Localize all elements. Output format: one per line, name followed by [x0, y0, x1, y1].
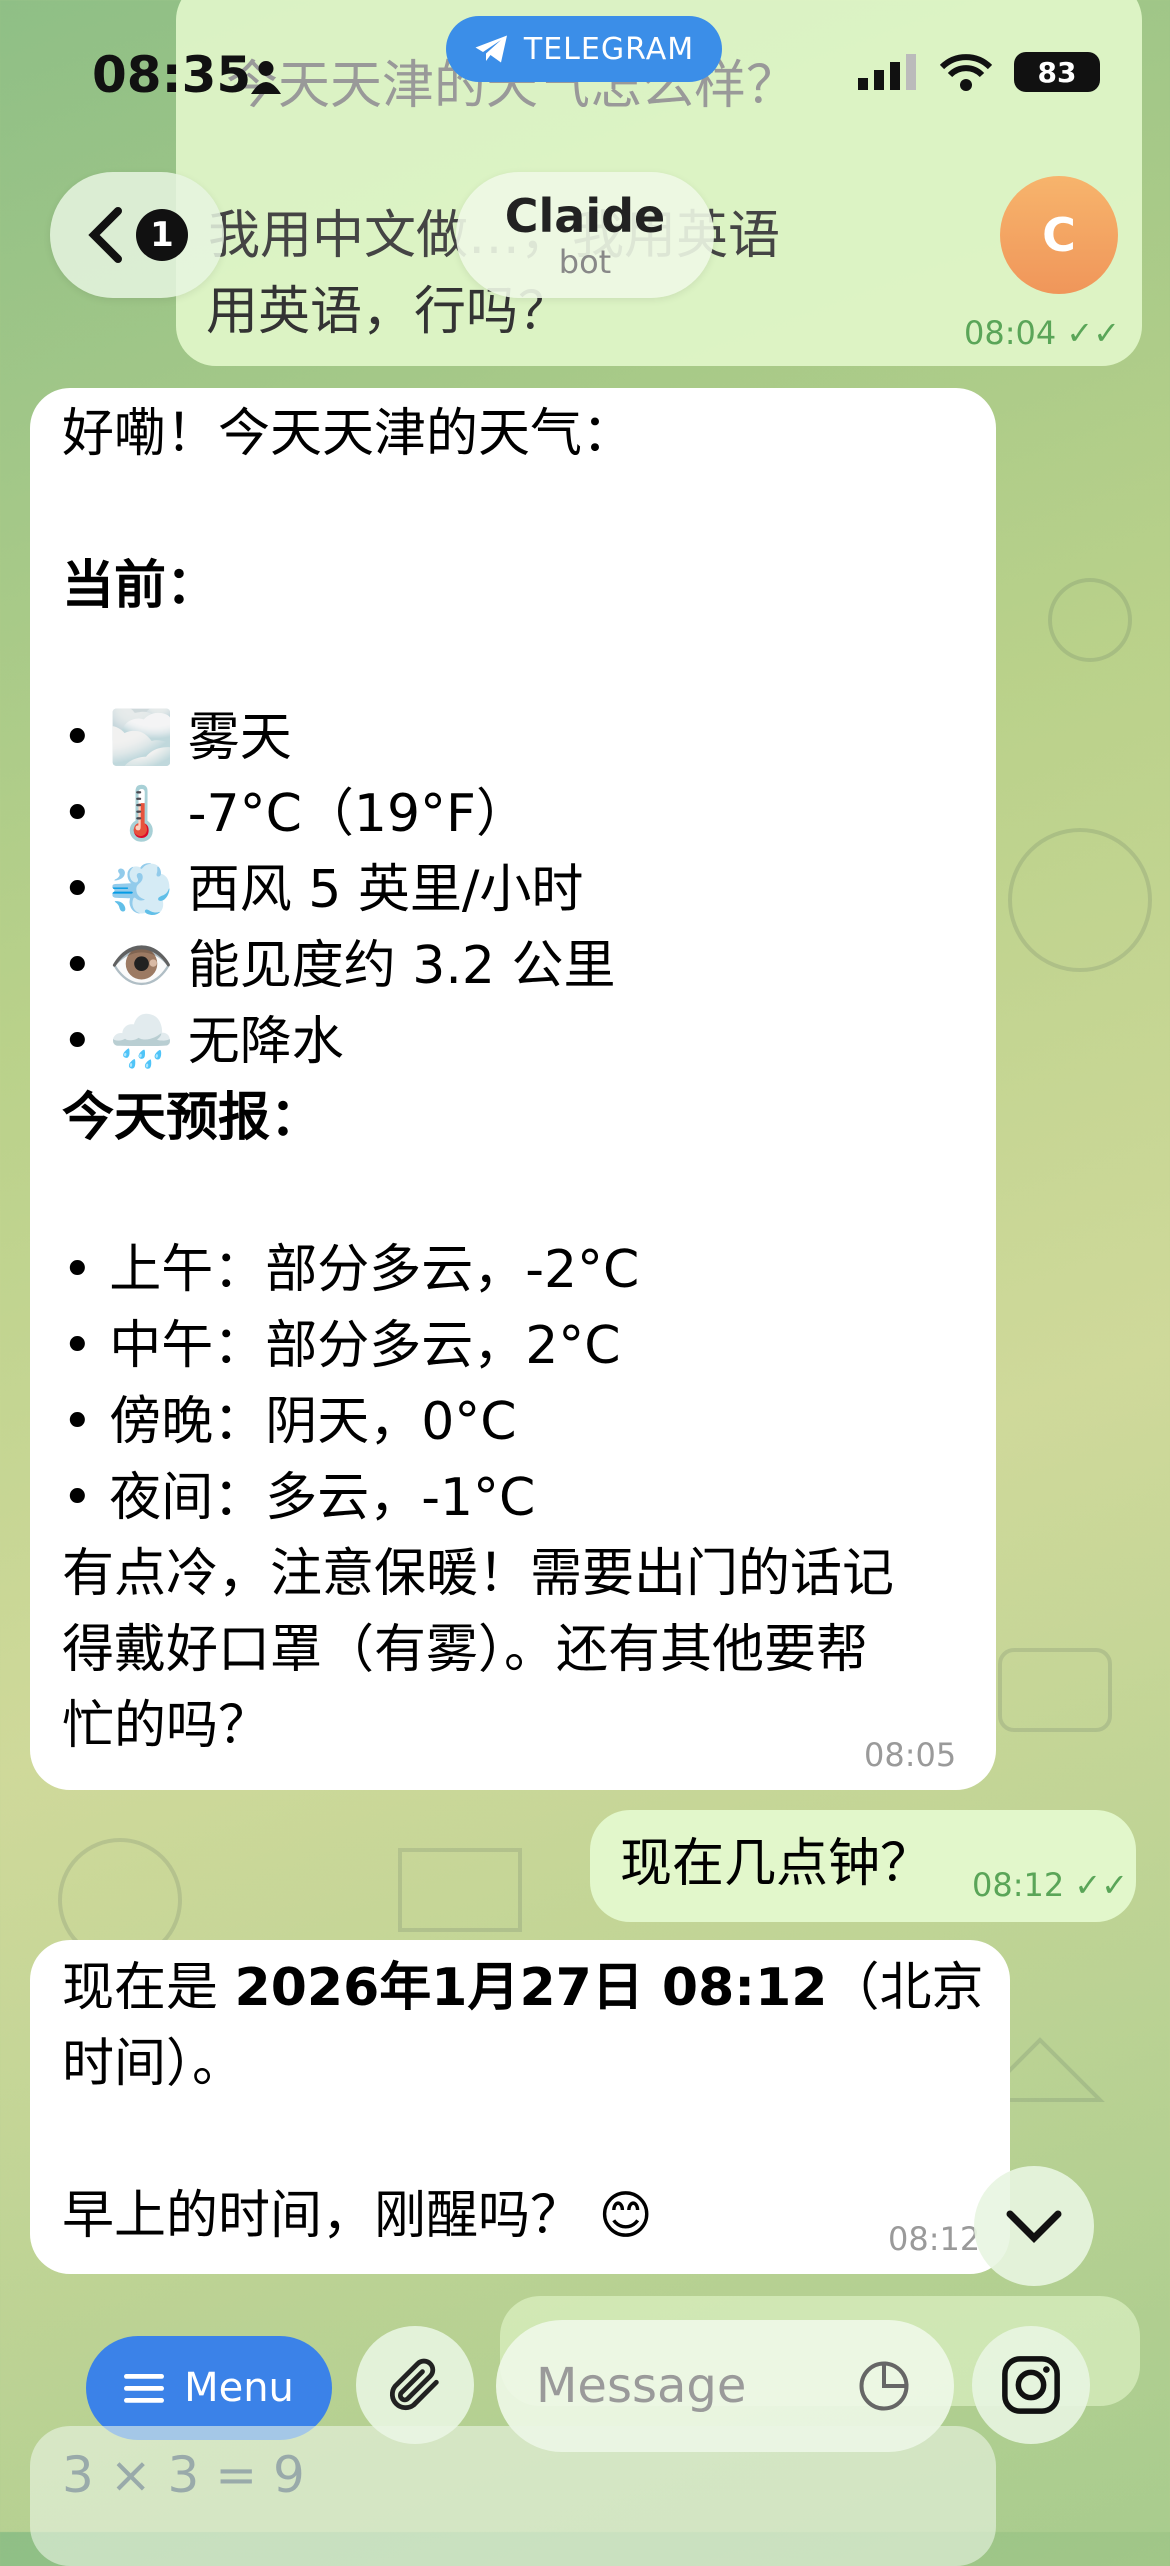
forecast-heading: 今天预报： [62, 1088, 323, 1148]
menu-button[interactable]: Menu [86, 2336, 332, 2440]
closing-line-2: 得戴好口罩（有雾）。还有其他要帮 [62, 1620, 869, 1680]
message-placeholder: Message [536, 2358, 747, 2414]
time-answer-time: 08:12 [888, 2220, 981, 2258]
forecast-item-noon: • 中午：部分多云，2°C [62, 1316, 621, 1376]
sticker-icon[interactable] [854, 2356, 914, 2416]
partial-bottom-text: 3 × 3 = 9 [62, 2446, 305, 2504]
time-answer-body: 现在是 2026年1月27日 08:12（北京 时间）。 早上的时间，刚醒吗？ … [62, 1950, 992, 2254]
paperclip-icon [389, 2358, 439, 2411]
current-item-temperature: • 🌡️ -7°C（19°F） [62, 776, 982, 852]
time-answer-line-3: 早上的时间，刚醒吗？ 😊 [62, 2186, 653, 2246]
wind-icon: 💨 [109, 860, 174, 920]
camera-icon [1002, 2356, 1060, 2414]
forecast-item-evening: • 傍晚：阴天，0°C [62, 1392, 517, 1452]
signal-icon [858, 54, 916, 90]
avatar[interactable]: C [1000, 176, 1118, 294]
battery-indicator: 83 [1014, 52, 1100, 92]
camera-button[interactable] [972, 2326, 1090, 2444]
eye-icon: 👁️ [109, 936, 174, 996]
telegram-app-pill[interactable]: TELEGRAM [446, 16, 722, 82]
wifi-icon [940, 54, 992, 91]
status-indicators: 83 [858, 52, 1100, 92]
current-heading: 当前： [62, 556, 219, 616]
chevron-left-icon [88, 207, 122, 263]
chat-name: Claide [504, 189, 666, 243]
chat-subtitle: bot [558, 243, 612, 281]
back-button[interactable]: 1 [50, 172, 224, 298]
weather-message-time: 08:05 [864, 1736, 957, 1774]
scroll-to-bottom-button[interactable] [974, 2166, 1094, 2286]
hamburger-icon [124, 2374, 165, 2403]
unread-badge: 1 [136, 209, 188, 261]
time-answer-line-2: 时间）。 [62, 2034, 245, 2094]
status-time: 08:35 [92, 46, 252, 104]
app-pill-label: TELEGRAM [523, 31, 695, 67]
current-item-precipitation: • 🌧️ 无降水 [62, 1004, 982, 1080]
person-icon [251, 61, 281, 94]
forecast-item-night: • 夜间：多云，-1°C [62, 1468, 536, 1528]
current-item-visibility: • 👁️ 能见度约 3.2 公里 [62, 928, 982, 1004]
time-answer-line-1: 现在是 2026年1月27日 08:12（北京 [62, 1958, 984, 2018]
forecast-item-morning: • 上午：部分多云，-2°C [62, 1240, 640, 1300]
thermometer-icon: 🌡️ [109, 784, 174, 844]
weather-message-body: 好嘞！今天天津的天气： 当前： • 🌫️ 雾天 • 🌡️ -7°C（19°F） … [62, 396, 982, 1764]
user-question-text: 现在几点钟？ [620, 1834, 933, 1894]
user-question-time: 08:12 ✓✓ [972, 1866, 1129, 1904]
rain-cloud-icon: 🌧️ [109, 1012, 174, 1072]
double-check-icon: ✓✓ [1066, 314, 1121, 352]
chevron-down-icon [1006, 2210, 1062, 2243]
partial-message-time: 08:04 ✓✓ [964, 314, 1121, 352]
fog-icon: 🌫️ [109, 708, 174, 768]
closing-line-3: 忙的吗？ [62, 1696, 271, 1756]
chat-title[interactable]: Claide bot [456, 172, 714, 298]
current-item-fog: • 🌫️ 雾天 [62, 700, 982, 776]
weather-intro: 好嘞！今天天津的天气： [62, 404, 635, 464]
double-check-icon: ✓✓ [1074, 1866, 1129, 1904]
closing-line-1: 有点冷，注意保暖！需要出门的话记 [62, 1544, 895, 1604]
menu-label: Menu [184, 2365, 294, 2411]
telegram-plane-icon [475, 35, 507, 63]
current-item-wind: • 💨 西风 5 英里/小时 [62, 852, 982, 928]
